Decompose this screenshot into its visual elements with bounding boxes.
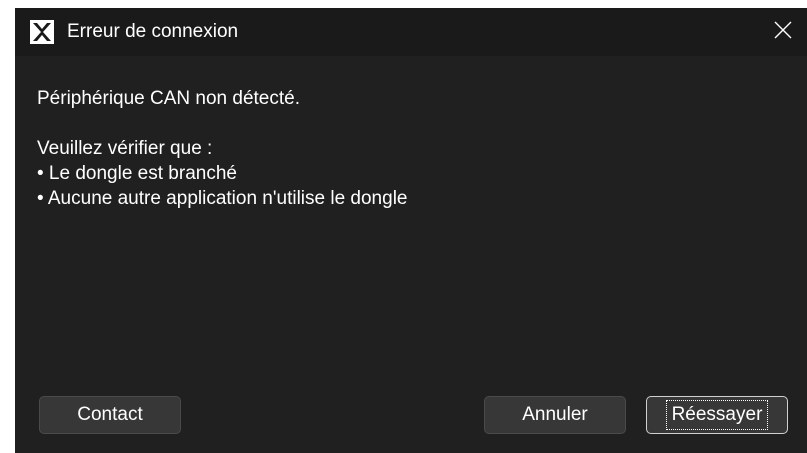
error-dialog: Erreur de connexion Périphérique CAN non…	[15, 8, 807, 453]
cancel-button[interactable]: Annuler	[484, 396, 626, 434]
x-logo-icon	[30, 20, 54, 44]
check-item: • Aucune autre application n'utilise le …	[37, 188, 408, 209]
window-title: Erreur de connexion	[67, 21, 239, 42]
close-button[interactable]	[759, 8, 807, 56]
contact-button[interactable]: Contact	[39, 396, 181, 434]
contact-button-label: Contact	[77, 404, 143, 425]
cancel-button-label: Annuler	[522, 404, 588, 425]
retry-button-label: Réessayer	[665, 400, 769, 430]
check-item: • Le dongle est branché	[37, 163, 237, 184]
message-body: Périphérique CAN non détecté. Veuillez v…	[37, 86, 787, 211]
check-intro: Veuillez vérifier que :	[37, 138, 213, 159]
error-headline: Périphérique CAN non détecté.	[37, 88, 300, 109]
retry-button[interactable]: Réessayer	[646, 396, 788, 434]
title-bar[interactable]: Erreur de connexion	[15, 8, 807, 56]
close-icon	[774, 21, 792, 44]
